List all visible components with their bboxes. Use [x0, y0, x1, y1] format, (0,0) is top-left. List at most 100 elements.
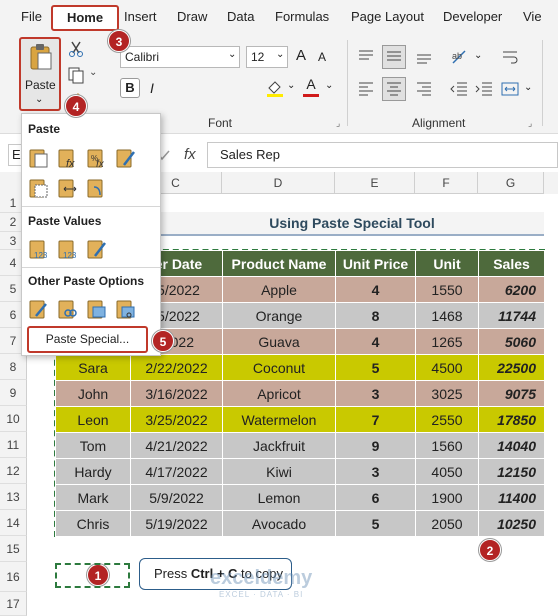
row-header-16[interactable]: 16	[0, 562, 27, 592]
cell-sales-rep[interactable]: Leon	[55, 406, 131, 433]
cell-order-date[interactable]: 4/21/2022	[130, 432, 223, 459]
cell-sales[interactable]: 11744	[478, 302, 545, 329]
tab-file[interactable]: File	[21, 9, 42, 24]
tab-data[interactable]: Data	[227, 9, 254, 24]
row-header-12[interactable]: 12	[0, 458, 27, 484]
orientation-icon[interactable]: ab	[449, 47, 471, 67]
formula-input[interactable]: Sales Rep	[207, 142, 558, 168]
cell-order-date[interactable]: 5/19/2022	[130, 510, 223, 537]
tab-home[interactable]: Home	[51, 5, 119, 31]
paste-picture-icon[interactable]	[86, 298, 108, 320]
copy-dropdown-icon[interactable]: ⌄	[89, 67, 97, 78]
row-header-11[interactable]: 11	[0, 432, 27, 458]
grow-font-icon[interactable]: A	[296, 47, 306, 64]
cell-order-date[interactable]: 4/17/2022	[130, 458, 223, 485]
cell-sales-rep[interactable]: Tom	[55, 432, 131, 459]
tab-draw[interactable]: Draw	[177, 9, 207, 24]
paste-values-icon[interactable]: 123	[28, 238, 50, 260]
col-header-unit-price[interactable]: Unit Price	[335, 250, 416, 277]
cell-unit-price[interactable]: 5	[335, 354, 416, 381]
cell-unit-price[interactable]: 9	[335, 432, 416, 459]
cell-unit[interactable]: 4050	[415, 458, 479, 485]
cell-order-date[interactable]: 5/9/2022	[130, 484, 223, 511]
row-header-9[interactable]: 9	[0, 380, 27, 406]
column-header-g[interactable]: G	[478, 172, 544, 194]
cell-unit[interactable]: 1468	[415, 302, 479, 329]
fill-color-icon[interactable]	[265, 78, 285, 98]
copy-icon[interactable]	[67, 66, 85, 84]
italic-icon[interactable]: I	[150, 80, 154, 96]
cell-sales[interactable]: 6200	[478, 276, 545, 303]
cell-sales[interactable]: 22500	[478, 354, 545, 381]
align-left-icon[interactable]	[356, 80, 376, 98]
align-middle-button[interactable]	[382, 45, 406, 69]
font-name-dropdown-icon[interactable]: ⌄	[228, 49, 236, 60]
align-top-icon[interactable]	[356, 48, 376, 66]
cell-sales[interactable]: 11400	[478, 484, 545, 511]
tab-view[interactable]: Vie	[523, 9, 542, 24]
cell-sales-rep[interactable]: Sara	[55, 354, 131, 381]
paste-formulas-number-format-icon[interactable]: %fx	[86, 147, 108, 169]
increase-indent-icon[interactable]	[474, 80, 494, 98]
orientation-dropdown-icon[interactable]: ⌄	[474, 50, 482, 61]
cell-sales[interactable]: 10250	[478, 510, 545, 537]
cell-sales[interactable]: 5060	[478, 328, 545, 355]
column-header-e[interactable]: E	[335, 172, 415, 194]
row-header-8[interactable]: 8	[0, 354, 27, 380]
cell-unit-price[interactable]: 8	[335, 302, 416, 329]
cell-product[interactable]: Orange	[222, 302, 336, 329]
keep-column-widths-icon[interactable]	[57, 177, 79, 199]
fill-color-dropdown-icon[interactable]: ⌄	[287, 80, 295, 91]
column-header-f[interactable]: F	[415, 172, 478, 194]
cell-product[interactable]: Apple	[222, 276, 336, 303]
cell-unit[interactable]: 2050	[415, 510, 479, 537]
cell-unit[interactable]: 4500	[415, 354, 479, 381]
cell-product[interactable]: Coconut	[222, 354, 336, 381]
shrink-font-icon[interactable]: A	[318, 50, 326, 64]
cell-product[interactable]: Guava	[222, 328, 336, 355]
cell-unit-price[interactable]: 5	[335, 510, 416, 537]
cell-product[interactable]: Avocado	[222, 510, 336, 537]
cell-sales[interactable]: 9075	[478, 380, 545, 407]
cut-icon[interactable]	[67, 40, 85, 58]
merge-center-icon[interactable]	[500, 80, 520, 98]
cell-product[interactable]: Apricot	[222, 380, 336, 407]
font-name-field[interactable]: Calibri	[120, 46, 240, 68]
column-header-d[interactable]: D	[222, 172, 335, 194]
cell-product[interactable]: Jackfruit	[222, 432, 336, 459]
cell-unit-price[interactable]: 3	[335, 458, 416, 485]
alignment-dialog-launcher-icon[interactable]: ⌟	[528, 118, 532, 129]
bold-button[interactable]: B	[120, 78, 140, 98]
paste-formatting-icon[interactable]	[28, 298, 50, 320]
wrap-text-icon[interactable]	[500, 48, 520, 66]
cell-order-date[interactable]: 3/16/2022	[130, 380, 223, 407]
tab-developer[interactable]: Developer	[443, 9, 502, 24]
linked-picture-icon[interactable]	[115, 298, 137, 320]
row-header-13[interactable]: 13	[0, 484, 27, 510]
tab-formulas[interactable]: Formulas	[275, 9, 329, 24]
font-dialog-launcher-icon[interactable]: ⌟	[336, 118, 340, 129]
col-header-unit[interactable]: Unit	[415, 250, 479, 277]
row-header-17[interactable]: 17	[0, 592, 27, 616]
values-source-formatting-icon[interactable]	[86, 238, 108, 260]
paste-icon[interactable]	[28, 147, 50, 169]
paste-special-menu-item[interactable]: Paste Special...	[27, 326, 148, 353]
row-header-15[interactable]: 15	[0, 536, 27, 562]
cell-product[interactable]: Kiwi	[222, 458, 336, 485]
values-number-format-icon[interactable]: 123	[57, 238, 79, 260]
cell-unit[interactable]: 1560	[415, 432, 479, 459]
cell-sales-rep[interactable]: Chris	[55, 510, 131, 537]
paste-button[interactable]: Paste ⌄	[19, 37, 61, 111]
cell-unit[interactable]: 1265	[415, 328, 479, 355]
tab-insert[interactable]: Insert	[124, 9, 157, 24]
cell-product[interactable]: Watermelon	[222, 406, 336, 433]
cell-sales[interactable]: 17850	[478, 406, 545, 433]
col-header-product-name[interactable]: Product Name	[222, 250, 336, 277]
cell-order-date[interactable]: 3/25/2022	[130, 406, 223, 433]
cell-sales-rep[interactable]: Mark	[55, 484, 131, 511]
paste-formulas-icon[interactable]: fx	[57, 147, 79, 169]
row-header-10[interactable]: 10	[0, 406, 27, 432]
cell-unit[interactable]: 3025	[415, 380, 479, 407]
cell-sales[interactable]: 12150	[478, 458, 545, 485]
cell-unit-price[interactable]: 3	[335, 380, 416, 407]
